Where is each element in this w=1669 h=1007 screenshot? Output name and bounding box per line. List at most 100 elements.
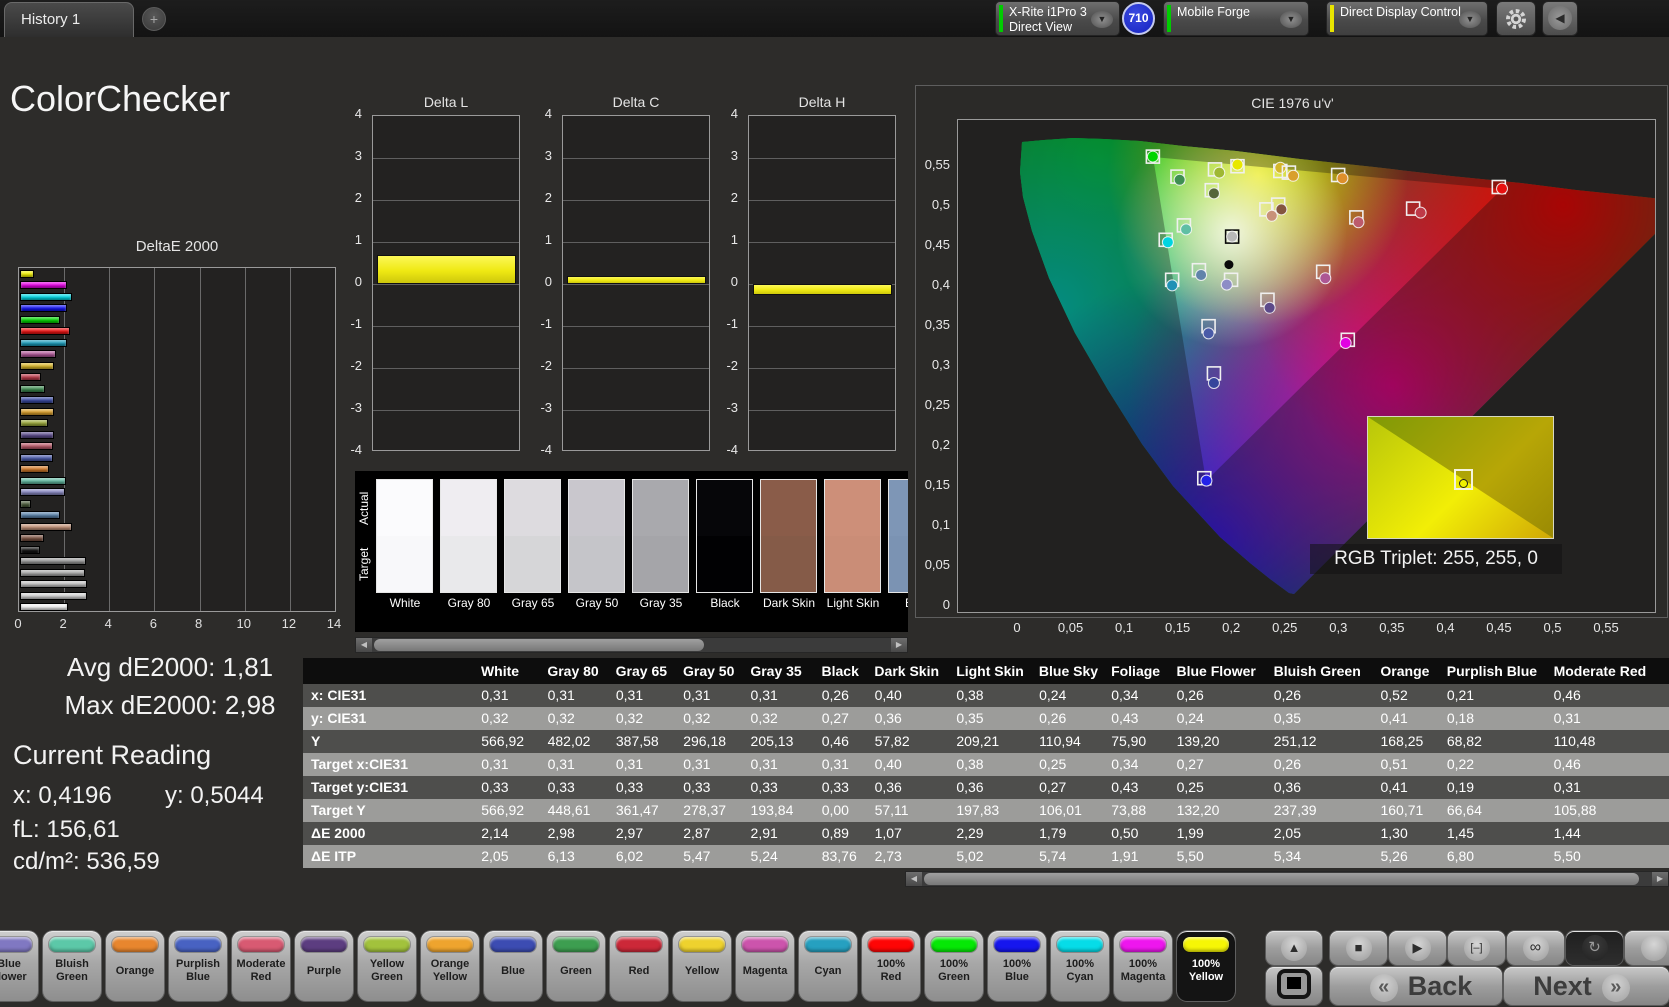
patch-button-Blue-Flower[interactable]: BlueFlower	[0, 931, 38, 1001]
pattern-up-button[interactable]: ▲	[1266, 931, 1322, 965]
back-button[interactable]: « Back	[1330, 967, 1502, 1005]
stop-button[interactable]: ■	[1330, 931, 1387, 965]
reading-fl: fL: 156,61	[13, 816, 120, 843]
record-button[interactable]	[1625, 931, 1669, 965]
deltae-bar-Blue-Flower	[20, 488, 65, 496]
play-button[interactable]: ▶	[1389, 931, 1446, 965]
page-title: ColorChecker	[10, 78, 231, 119]
patch-button-label: Green	[560, 965, 592, 977]
deltae-bar-100--Cyan	[20, 292, 72, 301]
patch-color-chip	[742, 937, 788, 952]
collapse-panel-button[interactable]: ◀	[1542, 1, 1578, 36]
pattern-window-button[interactable]	[1266, 967, 1322, 1005]
table-cell: 0,35	[956, 710, 984, 726]
patch-button-Moderate-Red[interactable]: Moderate Red	[232, 931, 290, 1001]
delta-y-tick-label: 0	[544, 274, 552, 289]
patch-button-Purple[interactable]: Purple	[295, 931, 353, 1001]
chevron-down-icon[interactable]: ▼	[1459, 11, 1481, 28]
delta-gridline	[563, 200, 709, 201]
table-cell: 0,33	[750, 779, 778, 795]
scroll-left-icon[interactable]: ◀	[906, 872, 922, 886]
deltae-gridline	[289, 268, 291, 611]
delta-y-tick-label: 0	[730, 274, 738, 289]
table-cell: 0,31	[821, 756, 849, 772]
table-cell: 57,11	[874, 802, 909, 818]
deltae-chart	[18, 267, 336, 612]
continuous-read-button[interactable]: ∞	[1507, 931, 1564, 965]
table-cell: 0,33	[683, 779, 711, 795]
table-header-row: White Gray 80 Gray 65 Gray 50 Gray 35 Black Da…	[303, 658, 1669, 684]
swatch-scroll-thumb[interactable]	[374, 639, 704, 651]
delta-gridline	[563, 368, 709, 369]
avg-de2000: Avg dE2000: 1,81	[66, 652, 274, 682]
cie-x-tick-label: 0,15	[1164, 620, 1191, 635]
deltae-bar-100--Green	[20, 315, 60, 324]
patch-button-Orange-Yellow[interactable]: Orange Yellow	[421, 931, 479, 1001]
patch-button-label: Green	[56, 971, 88, 983]
patch-button-label: Blue	[501, 965, 525, 977]
patch-button-100--Green[interactable]: 100% Green	[925, 931, 983, 1001]
table-cell: 0,41	[1380, 710, 1408, 726]
chevron-down-icon[interactable]: ▼	[1091, 11, 1113, 28]
patch-button-100--Magenta[interactable]: 100% Magenta	[1114, 931, 1172, 1001]
table-cell: 0,33	[615, 779, 644, 795]
tab-history-1[interactable]: History 1	[4, 2, 134, 37]
patch-button-Red[interactable]: Red	[610, 931, 668, 1001]
reading-x: x: 0,4196	[13, 782, 112, 809]
patch-button-Bluish-Green[interactable]: Bluish Green	[43, 931, 101, 1001]
patch-button-100--Blue[interactable]: 100% Blue	[988, 931, 1046, 1001]
meter-source[interactable]: X-Rite i1Pro 3 Direct View ▼	[995, 1, 1120, 36]
cie-x-tick-label: 0,55	[1593, 620, 1619, 635]
patch-button-Blue[interactable]: Blue	[484, 931, 542, 1001]
meter-workflow[interactable]: Mobile Forge ▼	[1163, 1, 1309, 36]
patch-button-100--Cyan[interactable]: 100% Cyan	[1051, 931, 1109, 1001]
patch-button-label: Orange	[115, 965, 155, 977]
patch-button-Yellow[interactable]: Yellow	[673, 931, 731, 1001]
table-cell: 2,87	[683, 825, 711, 841]
patch-button-Magenta[interactable]: Magenta	[736, 931, 794, 1001]
table-scrollbar[interactable]: ◀ ▶	[905, 871, 1669, 887]
pattern-size-button[interactable]: [–]	[1448, 931, 1505, 965]
patch-button-Orange[interactable]: Orange	[106, 931, 164, 1001]
delta-gridline	[373, 158, 519, 159]
scroll-left-icon[interactable]: ◀	[356, 638, 372, 652]
next-button[interactable]: Next »	[1504, 967, 1669, 1005]
patch-button-Purplish-Blue[interactable]: Purplish Blue	[169, 931, 227, 1001]
patch-button-label: Blue	[186, 971, 210, 983]
table-col-header: Gray 35	[750, 663, 802, 679]
cie-point-magenta-100	[1339, 337, 1352, 349]
table-cell: 160,71	[1380, 802, 1424, 818]
delta-y-tick-label: 4	[354, 106, 362, 121]
swatch-scrollbar[interactable]: ◀ ▶	[355, 637, 908, 653]
loop-button[interactable]: ↻	[1566, 931, 1623, 965]
table-cell: 1,44	[1553, 825, 1581, 841]
scroll-right-icon[interactable]: ▶	[891, 638, 907, 652]
swatch-actual	[761, 480, 816, 536]
table-cell: 6,02	[615, 848, 644, 864]
scroll-right-icon[interactable]: ▶	[1652, 872, 1668, 886]
table-cell: 1,07	[874, 825, 902, 841]
add-tab-button[interactable]: +	[142, 7, 166, 31]
deltae-bar-Yellow-Green	[20, 419, 49, 427]
patch-button-100--Red[interactable]: 100% Red	[862, 931, 920, 1001]
patch-button-100--Yellow[interactable]: 100% Yellow	[1177, 931, 1235, 1001]
patch-button-Yellow-Green[interactable]: Yellow Green	[358, 931, 416, 1001]
table-scroll-thumb[interactable]	[924, 873, 1639, 885]
delta-gridline	[373, 284, 519, 285]
table-cell: 278,37	[683, 802, 727, 818]
deltae-bar-100--Blue	[20, 304, 68, 312]
meter-accent	[1167, 5, 1171, 32]
table-cell: 2,98	[547, 825, 575, 841]
deltae-x-tick-label: 8	[194, 616, 203, 631]
settings-button[interactable]	[1496, 1, 1536, 36]
patch-button-Green[interactable]: Green	[547, 931, 605, 1001]
cie-point-orange-yellow	[1287, 169, 1300, 182]
table-cell: 0,31	[481, 687, 509, 703]
table-cell: 0,34	[1111, 687, 1139, 703]
patch-button-Cyan[interactable]: Cyan	[799, 931, 857, 1001]
meter-display-control[interactable]: Direct Display Control ▼	[1326, 1, 1488, 36]
delta-y-tick-label: -1	[540, 316, 552, 331]
chevron-down-icon[interactable]: ▼	[1280, 11, 1302, 28]
target-row-label: Target	[357, 547, 371, 581]
table-cell: 2,97	[615, 825, 644, 841]
